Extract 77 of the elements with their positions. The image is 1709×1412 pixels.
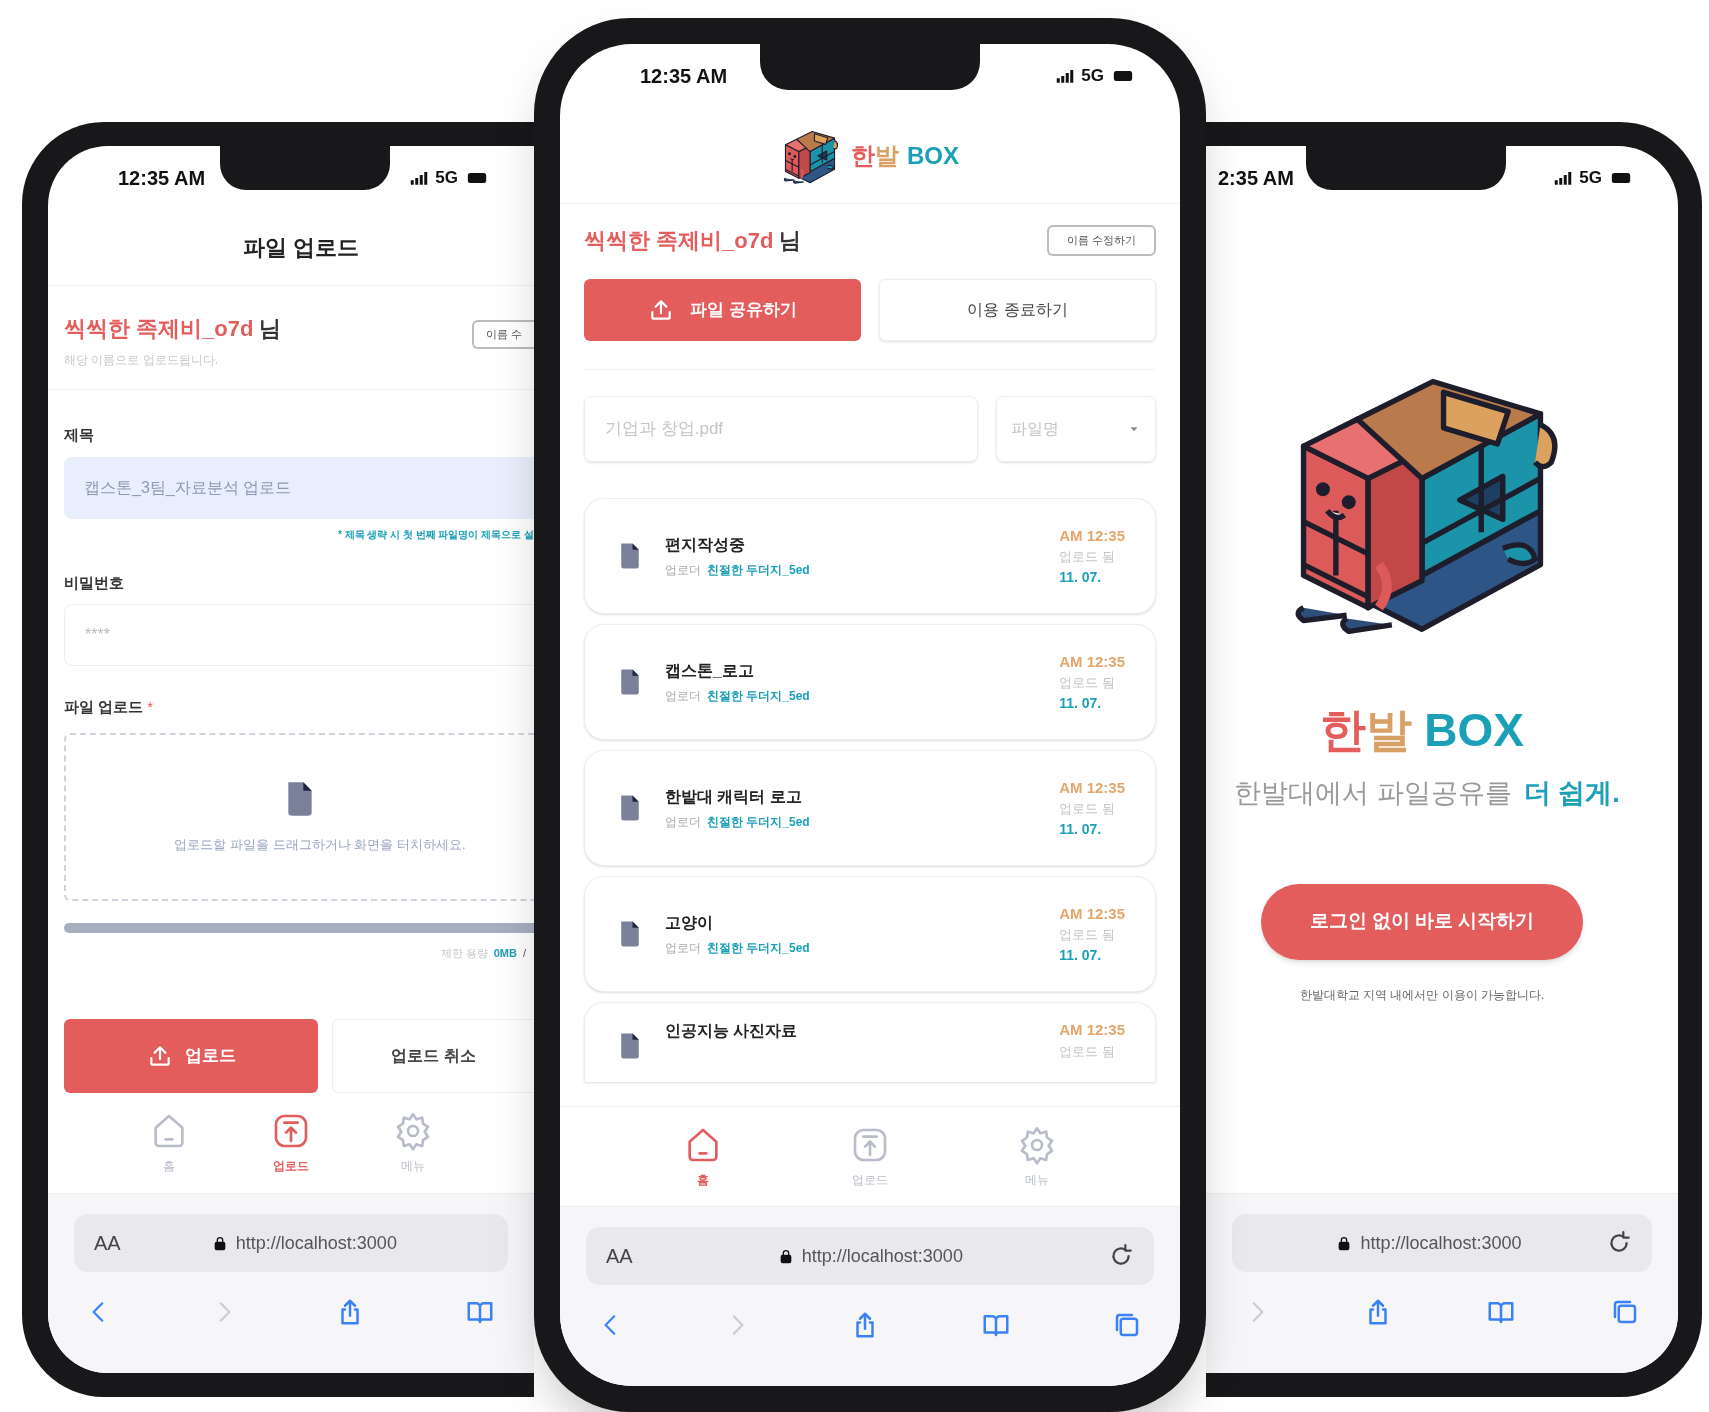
upload-state: 업로드 됨	[1059, 800, 1115, 818]
network-label: 5G	[1081, 65, 1104, 88]
edit-name-button[interactable]: 이름 수	[471, 320, 534, 349]
url-text: http://localhost:3000	[801, 1244, 963, 1268]
cancel-upload-button[interactable]: 업로드 취소	[332, 1019, 534, 1093]
brand-korean-text: 한발	[1320, 703, 1413, 758]
file-card[interactable]: 편지작성중 업로더 친절한 두더지_5ed AM 12:35 업로드 됨 11. 07.	[584, 498, 1156, 614]
address-bar[interactable]: http://localhost:3000	[1232, 1214, 1652, 1272]
address-bar[interactable]: AA http://localhost:3000	[586, 1227, 1154, 1285]
search-field[interactable]: 기업과 창업.pdf	[584, 396, 978, 462]
file-title: 고양이	[665, 913, 714, 933]
tagline-emphasis: 더 쉽게.	[1523, 777, 1620, 810]
url-text: http://localhost:3000	[235, 1231, 397, 1255]
upload-time: AM 12:35	[1059, 1020, 1125, 1040]
upload-time: AM 12:35	[1059, 525, 1125, 546]
upload-date: 11. 07.	[1059, 567, 1102, 587]
file-card[interactable]: 한밭대 캐릭터 로고 업로더 친절한 두더지_5ed AM 12:35 업로드 됨 11. 07.	[584, 750, 1156, 866]
user-name: 씩씩한 족제비_o7d	[584, 227, 774, 255]
upload-state: 업로드 됨	[1059, 926, 1115, 944]
upload-state: 업로드 됨	[1059, 548, 1115, 566]
uploader-name: 친절한 두더지_5ed	[707, 562, 810, 579]
brand-latin-text: BOX	[907, 140, 959, 171]
uploader-name: 친절한 두더지_5ed	[707, 940, 810, 957]
text-field[interactable]: ****	[64, 604, 534, 666]
upload-time: AM 12:35	[1059, 777, 1125, 798]
file-title: 인공지능 사진자료	[665, 1021, 799, 1041]
upload-state: 업로드 됨	[1059, 1042, 1115, 1061]
upload-date: 11. 07.	[1059, 693, 1102, 713]
field-label: 비밀번호	[64, 572, 125, 593]
uploader-label: 업로더	[665, 814, 701, 831]
network-label: 5G	[1579, 167, 1602, 190]
storage-value: 0MB	[493, 945, 517, 961]
upload-date: 11. 07.	[1059, 819, 1102, 839]
nav-tab[interactable]: 업로드	[271, 1111, 311, 1175]
file-card[interactable]: 고양이 업로더 친절한 두더지_5ed AM 12:35 업로드 됨 11. 07.	[584, 876, 1156, 992]
file-title: 캡스톤_로고	[665, 661, 755, 681]
edit-name-button[interactable]: 이름 수정하기	[1046, 225, 1156, 256]
status-time: 2:35 AM	[1218, 166, 1294, 191]
usage-note: 한밭대학교 지역 내에서만 이용이 가능합니다.	[1299, 986, 1545, 1004]
nav-tab[interactable]: 홈	[683, 1124, 724, 1189]
user-name: 씩씩한 족제비_o7d	[64, 315, 254, 343]
uploader-name: 친절한 두더지_5ed	[707, 688, 810, 705]
file-card[interactable]: 인공지능 사진자료 AM 12:35 업로드 됨	[584, 1002, 1156, 1082]
page-title: 파일 업로드	[241, 234, 360, 262]
field-label: 파일 업로드	[64, 697, 144, 717]
field-hint: * 제목 생략 시 첫 번째 파일명이 제목으로 설	[337, 527, 534, 542]
start-button[interactable]: 로그인 없이 바로 시작하기	[1261, 883, 1583, 960]
upload-date: 11. 07.	[1059, 945, 1102, 965]
field-label: 제목	[64, 425, 95, 445]
upload-time: AM 12:35	[1059, 903, 1125, 924]
file-title: 한밭대 캐릭터 로고	[665, 787, 803, 807]
text-field[interactable]: 캡스톤_3팀_자료분석 업로드	[64, 456, 534, 519]
brand-korean-text: 한발	[851, 140, 899, 171]
uploader-name: 친절한 두더지_5ed	[707, 814, 810, 831]
file-title: 편지작성중	[665, 535, 746, 555]
upload-time: AM 12:35	[1059, 651, 1125, 672]
honorific-text: 님	[779, 227, 802, 255]
network-label: 5G	[435, 167, 458, 190]
upload-state: 업로드 됨	[1059, 674, 1115, 692]
required-mark: *	[147, 697, 153, 717]
uploader-label: 업로더	[665, 562, 701, 579]
uploader-label: 업로더	[665, 688, 701, 705]
status-time: 12:35 AM	[640, 64, 728, 89]
upload-button[interactable]: 업로드	[64, 1019, 318, 1093]
address-bar[interactable]: AA http://localhost:3000	[74, 1214, 508, 1272]
uploader-label: 업로더	[665, 940, 701, 957]
text-size-button[interactable]: AA	[606, 1241, 633, 1271]
honorific-text: 님	[259, 315, 282, 343]
share-file-button[interactable]: 파일 공유하기	[584, 279, 861, 341]
status-time: 12:35 AM	[118, 166, 206, 191]
brand-latin-text: BOX	[1424, 703, 1524, 758]
url-text: http://localhost:3000	[1360, 1231, 1522, 1255]
file-card[interactable]: 캡스톤_로고 업로더 친절한 두더지_5ed AM 12:35 업로드 됨 11. 07.	[584, 624, 1156, 740]
tagline-text: 한발대에서 파일공유를	[1234, 777, 1512, 810]
storage-separator: /	[522, 945, 526, 961]
text-size-button[interactable]: AA	[94, 1228, 121, 1258]
end-session-button[interactable]: 이용 종료하기	[879, 279, 1156, 341]
